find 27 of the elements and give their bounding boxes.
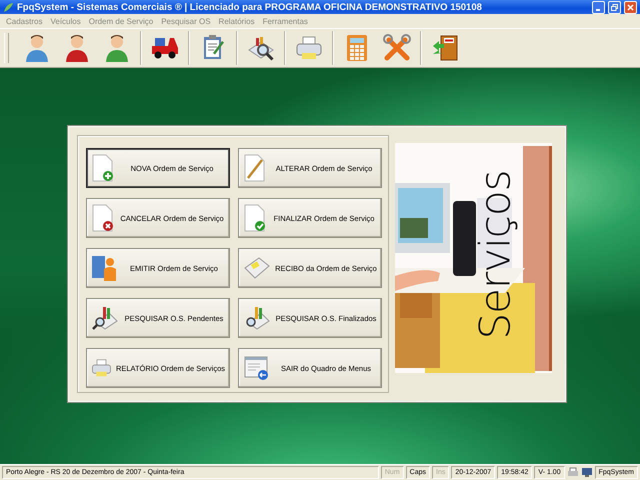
- printer-icon: [295, 35, 323, 61]
- person-screen-icon: [91, 254, 119, 282]
- app-icon: [3, 2, 14, 12]
- magnifier-icon: [247, 34, 275, 62]
- restore-icon: [611, 4, 618, 10]
- monitor-icon: [580, 467, 593, 478]
- truck-icon: [150, 36, 180, 60]
- close-button[interactable]: [624, 0, 637, 14]
- person-icon: [65, 34, 89, 62]
- close-icon: [627, 4, 634, 10]
- magnifier-icon: [91, 305, 119, 331]
- pencil-document-icon: [243, 154, 267, 182]
- minimize-button[interactable]: [592, 0, 605, 14]
- window-title: FpqSystem - Sistemas Comerciais ® | Licenciado para PROGRAMA OFICINA DEMONSTRATIVO 150108: [17, 2, 483, 12]
- tools-icon: [383, 34, 411, 62]
- banner-title: Serviços: [470, 170, 520, 340]
- exit-door-icon: [431, 34, 459, 62]
- receipt-icon: [243, 256, 271, 280]
- window-back-icon: [243, 355, 271, 381]
- clipboard-icon: [201, 34, 225, 62]
- person-icon: [105, 34, 129, 62]
- document-icon: [91, 204, 115, 232]
- restore-button[interactable]: [608, 0, 621, 14]
- document-icon: [91, 154, 115, 182]
- document-icon: [243, 204, 267, 232]
- person-icon: [25, 34, 49, 62]
- calculator-icon: [346, 34, 368, 62]
